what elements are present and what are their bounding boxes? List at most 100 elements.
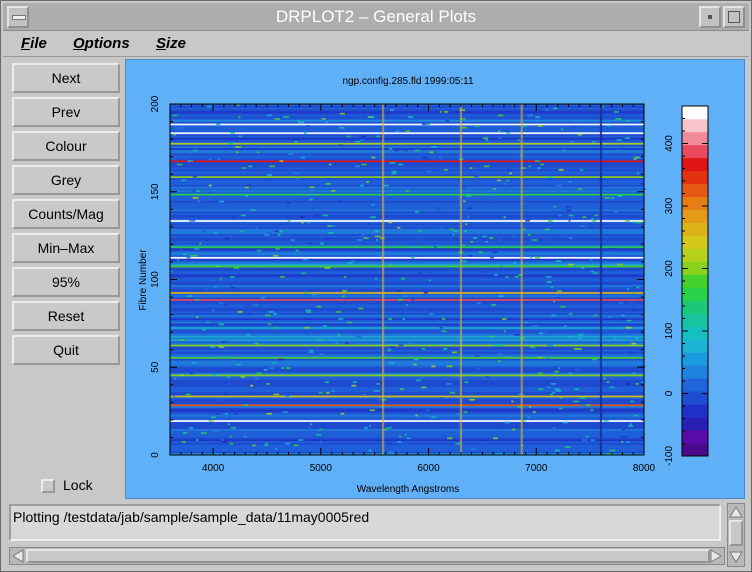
noise-speckle: [287, 219, 291, 222]
vscroll-thumb[interactable]: [729, 520, 743, 546]
noise-speckle: [309, 349, 314, 352]
noise-speckle: [547, 219, 553, 222]
noise-speckle: [362, 291, 365, 294]
noise-speckle: [517, 139, 520, 141]
fibre-row: [170, 118, 644, 121]
noise-speckle: [247, 312, 251, 315]
fibre-row: [170, 383, 644, 386]
noise-speckle: [635, 337, 639, 340]
noise-speckle: [224, 304, 228, 306]
noise-speckle: [492, 204, 497, 206]
maximize-button[interactable]: [723, 6, 745, 28]
noise-speckle: [413, 246, 419, 248]
hscroll-thumb[interactable]: [26, 549, 710, 563]
scroll-down-icon[interactable]: [729, 551, 743, 563]
noise-speckle: [267, 232, 272, 234]
noise-speckle: [286, 202, 290, 205]
next-button[interactable]: Next: [12, 63, 120, 93]
noise-speckle: [370, 216, 377, 219]
colorbar-segment: [682, 352, 708, 366]
noise-speckle: [394, 149, 399, 152]
title-bar[interactable]: DRPLOT2 – General Plots: [3, 3, 749, 31]
noise-speckle: [398, 298, 404, 301]
fibre-row: [170, 442, 644, 445]
noise-speckle: [492, 188, 497, 190]
noise-speckle: [522, 125, 528, 127]
fibre-row: [170, 337, 644, 340]
noise-speckle: [431, 365, 436, 368]
quit-button[interactable]: Quit: [12, 335, 120, 365]
noise-speckle: [478, 251, 484, 254]
menu-file[interactable]: File: [21, 35, 47, 52]
noise-speckle: [233, 340, 236, 343]
reset-button[interactable]: Reset: [12, 301, 120, 331]
noise-speckle: [309, 423, 313, 426]
colour-button[interactable]: Colour: [12, 131, 120, 161]
noise-speckle: [444, 111, 449, 113]
scroll-left-icon[interactable]: [12, 549, 24, 563]
menu-size-accel: S: [156, 35, 167, 52]
percent-95-button[interactable]: 95%: [12, 267, 120, 297]
noise-speckle: [188, 426, 194, 429]
fibre-row: [170, 363, 644, 366]
colorbar-segment: [682, 196, 708, 211]
noise-speckle: [631, 291, 635, 294]
noise-speckle: [440, 397, 444, 399]
noise-speckle: [609, 446, 615, 448]
noise-speckle: [578, 188, 582, 190]
fibre-row: [170, 175, 644, 179]
noise-speckle: [200, 432, 207, 434]
noise-speckle: [253, 304, 258, 306]
scroll-up-icon[interactable]: [729, 506, 743, 518]
fibre-row: [170, 137, 644, 140]
noise-speckle: [275, 247, 280, 250]
noise-speckle: [573, 265, 576, 268]
grey-button[interactable]: Grey: [12, 165, 120, 195]
menu-size[interactable]: Size: [156, 35, 186, 52]
fibre-row: [170, 163, 644, 166]
noise-speckle: [635, 383, 639, 385]
fibre-row: [170, 188, 644, 191]
horizontal-scrollbar[interactable]: [9, 547, 725, 565]
scroll-right-icon[interactable]: [710, 549, 722, 563]
vertical-scrollbar[interactable]: [727, 503, 745, 567]
plot-panel[interactable]: 4000 5000 6000 7000 8000 0 50 100 150 200 -100 0 10…: [125, 59, 745, 499]
fibre-row: [170, 153, 644, 156]
noise-speckle: [441, 318, 446, 320]
noise-speckle: [296, 177, 300, 180]
noise-speckle: [615, 149, 622, 152]
menu-options[interactable]: Options: [73, 35, 130, 52]
noise-speckle: [298, 121, 305, 124]
noise-speckle: [466, 304, 470, 306]
noise-speckle: [558, 407, 563, 410]
lock-checkbox[interactable]: [41, 479, 55, 493]
colorbar-segment: [682, 417, 708, 431]
noise-speckle: [267, 114, 272, 117]
fibre-row: [170, 377, 644, 380]
noise-speckle: [445, 428, 450, 431]
noise-speckle: [453, 230, 458, 233]
noise-speckle: [359, 186, 362, 189]
fibre-spectra-plot[interactable]: 4000 5000 6000 7000 8000 0 50 100 150 200 -100 0 10…: [126, 60, 744, 498]
noise-speckle: [235, 146, 241, 148]
minimize-button[interactable]: [699, 6, 721, 28]
noise-speckle: [245, 249, 251, 252]
counts-mag-button[interactable]: Counts/Mag: [12, 199, 120, 229]
noise-speckle: [450, 265, 455, 268]
noise-speckle: [632, 309, 637, 312]
noise-speckle: [251, 146, 257, 148]
fibre-row: [170, 119, 644, 122]
noise-speckle: [213, 430, 219, 433]
noise-speckle: [443, 168, 449, 171]
min-max-button[interactable]: Min–Max: [12, 233, 120, 263]
noise-speckle: [325, 182, 331, 185]
y-tick-label: 200: [150, 95, 161, 112]
noise-speckle: [439, 326, 443, 329]
noise-speckle: [328, 232, 334, 234]
noise-speckle: [415, 211, 419, 213]
noise-speckle: [398, 435, 402, 438]
fibre-row: [170, 204, 644, 207]
noise-speckle: [201, 328, 206, 331]
noise-speckle: [397, 226, 401, 229]
prev-button[interactable]: Prev: [12, 97, 120, 127]
